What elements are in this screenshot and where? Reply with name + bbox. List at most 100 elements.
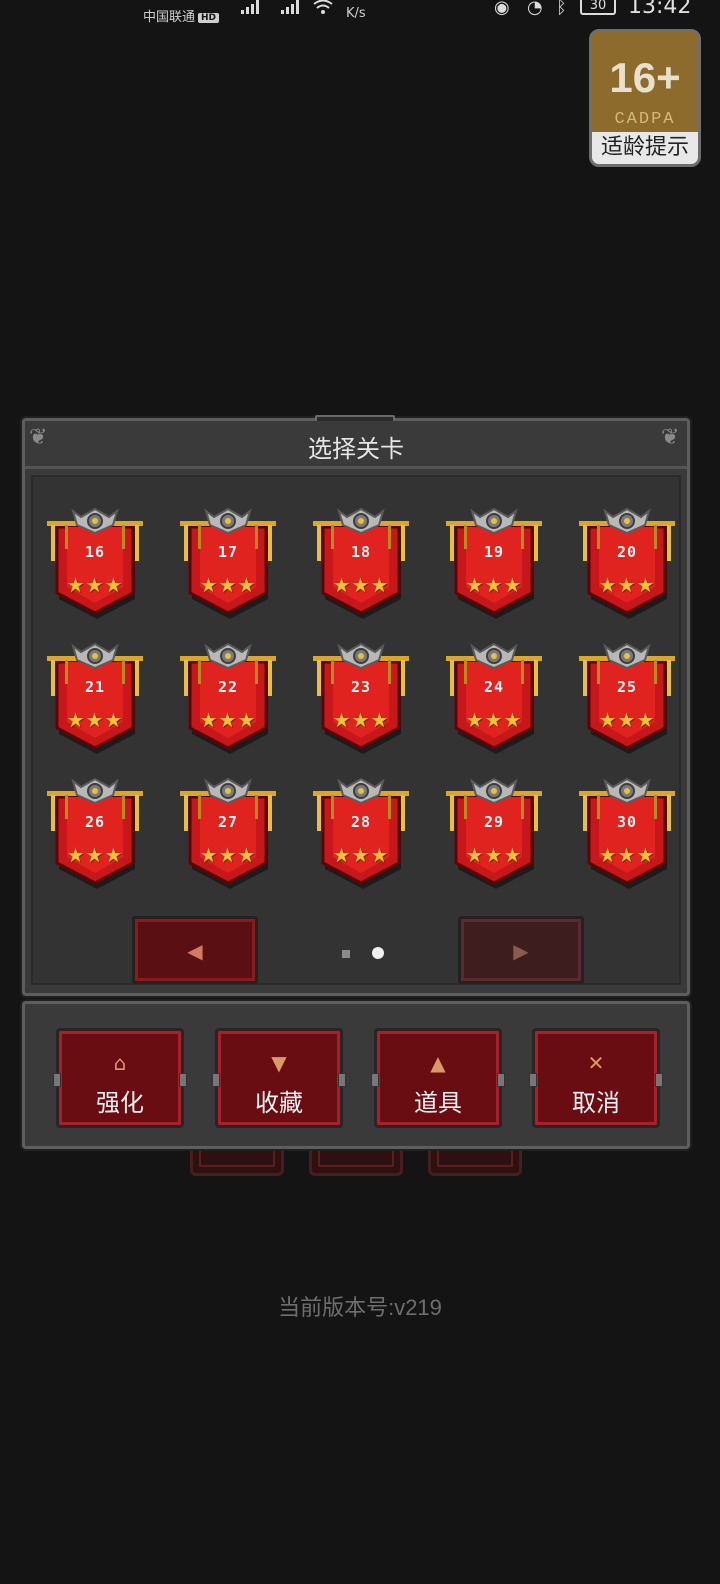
level-banner[interactable]: 16 ★★★ <box>45 503 145 619</box>
trophy-icon: ▼ <box>271 1051 287 1075</box>
action-label: 道具 <box>414 1089 462 1117</box>
star-rating-icon: ★★★ <box>332 708 390 732</box>
star-rating-icon: ★★★ <box>598 573 656 597</box>
signal-icon <box>241 0 259 14</box>
level-number: 21 <box>84 678 106 696</box>
level-banner[interactable]: 22 ★★★ <box>178 638 278 754</box>
page-dot[interactable] <box>342 950 350 958</box>
upgrade-button[interactable]: ⌂ 强化 <box>53 1028 187 1128</box>
action-label: 强化 <box>96 1089 144 1117</box>
banner-icon <box>180 507 276 619</box>
level-banner[interactable]: 29 ★★★ <box>444 773 544 889</box>
age-rating-number: 16+ <box>609 54 681 101</box>
age-rating-badge[interactable]: 16+ CADPA 适龄提示 <box>589 29 701 167</box>
banner-icon <box>313 642 409 754</box>
bluetooth-icon: ᛒ <box>556 0 567 18</box>
level-number: 30 <box>616 813 638 831</box>
items-button[interactable]: ▲ 道具 <box>371 1028 505 1128</box>
star-rating-icon: ★★★ <box>598 843 656 867</box>
level-banner[interactable]: 27 ★★★ <box>178 773 278 889</box>
banner-icon <box>180 777 276 889</box>
age-rating-label: 适龄提示 <box>592 132 698 164</box>
banner-icon <box>579 507 675 619</box>
level-number: 24 <box>483 678 505 696</box>
eye-icon: ◉ <box>494 0 510 18</box>
prev-page-button[interactable]: ◀ <box>132 916 258 984</box>
star-rating-icon: ★★★ <box>465 573 523 597</box>
level-select-dialog: ❦ 选择关卡 ❦ 16 ★★★ 17 ★★★ 18 ★★★ 19 ★★★ 20 ★★★ 21 ★★★ 2… <box>22 415 690 996</box>
level-grid: 16 ★★★ 17 ★★★ 18 ★★★ 19 ★★★ 20 ★★★ 21 ★★★ 22 ★★★ 23 ★★★… <box>31 475 681 985</box>
clock: 13:42 <box>628 0 692 19</box>
banner-icon <box>47 642 143 754</box>
banner-icon <box>313 777 409 889</box>
net-speed: K/s <box>346 6 366 21</box>
star-rating-icon: ★★★ <box>465 843 523 867</box>
dialog-title: 选择关卡 <box>308 435 404 463</box>
level-number: 19 <box>483 543 505 561</box>
star-rating-icon: ★★★ <box>66 843 124 867</box>
next-page-button[interactable]: ▶ <box>458 916 584 984</box>
banner-icon <box>579 777 675 889</box>
action-label: 收藏 <box>255 1089 303 1117</box>
alarm-icon: ◔ <box>527 0 543 18</box>
star-rating-icon: ★★★ <box>199 843 257 867</box>
level-banner[interactable]: 28 ★★★ <box>311 773 411 889</box>
status-bar: 中国联通 HD K/s ◉ ◔ ᛒ 30 13:42 <box>0 0 720 26</box>
level-number: 17 <box>217 543 239 561</box>
banner-icon <box>180 642 276 754</box>
star-rating-icon: ★★★ <box>66 708 124 732</box>
banner-icon <box>313 507 409 619</box>
dialog-title-bar: ❦ 选择关卡 ❦ <box>25 421 687 469</box>
level-number: 23 <box>350 678 372 696</box>
banner-icon <box>47 777 143 889</box>
level-number: 18 <box>350 543 372 561</box>
upgrade-icon: ⌂ <box>113 1051 127 1075</box>
level-banner[interactable]: 25 ★★★ <box>577 638 677 754</box>
cancel-button[interactable]: ✕ 取消 <box>529 1028 663 1128</box>
level-number: 16 <box>84 543 106 561</box>
star-rating-icon: ★★★ <box>66 573 124 597</box>
level-number: 28 <box>350 813 372 831</box>
arrow-right-icon: ▶ <box>513 939 529 963</box>
wifi-icon <box>313 0 333 14</box>
star-rating-icon: ★★★ <box>199 708 257 732</box>
level-banner[interactable]: 26 ★★★ <box>45 773 145 889</box>
level-banner[interactable]: 18 ★★★ <box>311 503 411 619</box>
level-banner[interactable]: 19 ★★★ <box>444 503 544 619</box>
version-label: 当前版本号:v219 <box>278 1295 442 1320</box>
star-rating-icon: ★★★ <box>465 708 523 732</box>
banner-icon <box>446 642 542 754</box>
arrow-left-icon: ◀ <box>187 939 203 963</box>
corner-ornament-icon: ❦ <box>661 425 680 450</box>
level-banner[interactable]: 30 ★★★ <box>577 773 677 889</box>
star-rating-icon: ★★★ <box>332 573 390 597</box>
level-number: 22 <box>217 678 239 696</box>
level-banner[interactable]: 21 ★★★ <box>45 638 145 754</box>
carrier-name: 中国联通 HD <box>143 6 220 25</box>
action-label: 取消 <box>572 1089 620 1117</box>
star-rating-icon: ★★★ <box>199 573 257 597</box>
potion-icon: ▲ <box>430 1051 446 1075</box>
banner-icon <box>579 642 675 754</box>
banner-icon <box>446 777 542 889</box>
level-number: 26 <box>84 813 106 831</box>
level-banner[interactable]: 17 ★★★ <box>178 503 278 619</box>
level-number: 29 <box>483 813 505 831</box>
banner-icon <box>47 507 143 619</box>
level-banner[interactable]: 20 ★★★ <box>577 503 677 619</box>
level-number: 25 <box>616 678 638 696</box>
level-banner[interactable]: 23 ★★★ <box>311 638 411 754</box>
star-rating-icon: ★★★ <box>332 843 390 867</box>
level-number: 27 <box>217 813 239 831</box>
star-rating-icon: ★★★ <box>598 708 656 732</box>
carrier-text: 中国联通 <box>143 10 196 25</box>
close-icon: ✕ <box>587 1051 605 1075</box>
level-banner[interactable]: 24 ★★★ <box>444 638 544 754</box>
age-rating-org: CADPA <box>614 110 676 129</box>
level-number: 20 <box>616 543 638 561</box>
collection-button[interactable]: ▼ 收藏 <box>212 1028 346 1128</box>
battery-icon: 30 <box>580 0 616 15</box>
screen: 中国联通 HD K/s ◉ ◔ ᛒ 30 13:42 16+ CADPA 适龄提示… <box>0 0 720 1584</box>
page-dot-active[interactable] <box>372 947 384 959</box>
signal-icon <box>281 0 299 14</box>
